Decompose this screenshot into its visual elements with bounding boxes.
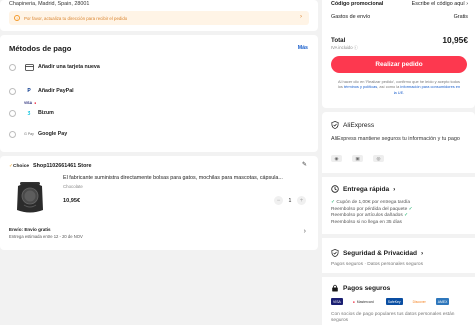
promo-code-row[interactable]: Código promocional Escribe el código aqu… [331, 1, 468, 7]
payment-option-label: Bizum [38, 110, 54, 116]
security-privacy-header[interactable]: Seguridad & Privacidad › [331, 249, 423, 257]
delivery-benefit: Cupón de 1,00€ por entrega tardía [336, 200, 410, 205]
google-pay-icon: G Pay [24, 132, 34, 136]
product-image[interactable] [10, 176, 50, 216]
payment-option-label: Google Pay [38, 131, 68, 137]
order-summary: Código promocional Escribe el código aqu… [322, 0, 475, 108]
security-badge-icon: ◎ [373, 155, 384, 162]
consumer-info-link[interactable]: información para consumidores en la UE. [394, 84, 460, 94]
divider [322, 273, 475, 277]
mastercard-logo: ● Mastercard [352, 299, 374, 304]
aliexpress-text: AliExpress mantiene seguros tu informaci… [331, 136, 460, 142]
mastercard-logo: ● [34, 101, 37, 105]
secure-payments-header: Pagos seguros [331, 284, 390, 292]
address-line: Chapineria, Madrid, Spain, 28001 [9, 1, 90, 7]
shield-check-icon [331, 249, 339, 257]
visa-logo: VISA [331, 298, 343, 305]
shield-check-icon [331, 121, 339, 129]
discover-logo: Discover [412, 299, 426, 304]
address-warning[interactable]: ! Por favor, actualiza tu dirección para… [9, 11, 309, 25]
promo-code-label: Código promocional [331, 1, 384, 7]
security-badge-icon: ▣ [352, 155, 363, 162]
amex-logo: AMEX [435, 298, 450, 305]
radio-button[interactable] [9, 109, 16, 117]
shipping-cost-value: Gratis [453, 14, 468, 20]
store-section: ✓Choice Shop1102661461 Store ✎ El fabric… [0, 156, 318, 250]
trust-section: AliExpress AliExpress mantiene seguros t… [322, 112, 475, 325]
security-privacy-text: Pagos seguros · Datos personales seguros [331, 262, 423, 267]
choice-label: Choice [13, 163, 30, 169]
mastercard-label: Mastercard [356, 299, 374, 304]
delivery-benefit: Reembolso por artículos dañados [331, 213, 403, 219]
payment-option-card[interactable]: Añadir una tarjeta nueva [9, 60, 100, 74]
chevron-right-icon: › [421, 249, 424, 257]
quantity-stepper: − 1 + [274, 196, 306, 205]
place-order-button[interactable]: Realizar pedido [331, 56, 467, 73]
secure-payments-title: Pagos seguros [343, 284, 391, 292]
address-warning-text: Por favor, actualiza tu dirección para r… [24, 15, 128, 21]
aliexpress-header: AliExpress [331, 121, 374, 129]
payment-more-link[interactable]: Más [298, 45, 308, 51]
safekey-logo: SafeKey [385, 298, 403, 305]
quantity-value: 1 [288, 197, 292, 204]
divider [322, 173, 475, 177]
partners-text: Con socios de pago populares tus datos p… [331, 312, 455, 323]
fast-delivery-header[interactable]: Entrega rápida › [331, 185, 395, 193]
address-section: Chapineria, Madrid, Spain, 28001 ! Por f… [0, 0, 318, 31]
delivery-benefits: ✓ Cupón de 1,00€ por entrega tardía Reem… [331, 200, 413, 225]
lock-icon [332, 284, 338, 292]
shipping-title: Envío: Envío gratis [9, 227, 51, 232]
card-brand-logos: VISA ● [24, 101, 36, 105]
product-price: 10,95€ [63, 198, 81, 204]
delivery-benefit: Reembolso por pérdida del paquete [331, 206, 408, 212]
vat-note: IVA incluido ⓘ [331, 45, 358, 50]
promo-code-placeholder: Escribe el código aquí [411, 1, 465, 7]
edit-icon[interactable]: ✎ [302, 161, 307, 168]
visa-logo: VISA [24, 101, 33, 105]
shipping-eta: Entrega estimada entre 12 - 20 de NOV [9, 234, 83, 239]
payment-option-google-pay[interactable]: G Pay Google Pay [9, 127, 67, 141]
payment-methods-title: Métodos de pago [9, 44, 72, 53]
total-label: Total [331, 37, 346, 44]
bizum-icon: ʒ [27, 110, 31, 116]
increment-button[interactable]: + [297, 196, 306, 205]
payment-logos: VISA ● Mastercard SafeKey Discover AMEX [331, 298, 450, 305]
radio-button[interactable] [9, 87, 16, 95]
clock-icon [331, 185, 339, 193]
product-variant: Chocolate [63, 184, 83, 189]
paypal-icon: P [27, 88, 31, 94]
payment-option-label: Añadir una tarjeta nueva [38, 64, 100, 70]
decrement-button[interactable]: − [274, 196, 283, 205]
security-privacy-title: Seguridad & Privacidad [343, 249, 418, 257]
warning-icon: ! [14, 15, 20, 21]
terms-link[interactable]: términos y políticas [344, 84, 377, 89]
chevron-right-icon[interactable]: › [304, 228, 306, 235]
chevron-right-icon: › [393, 185, 396, 193]
store-header: ✓Choice Shop1102661461 Store [9, 163, 91, 169]
radio-button[interactable] [9, 63, 16, 71]
shipping-cost-row: Gastos de envío Gratis [331, 14, 468, 20]
legal-text: Al hacer clic en 'Realizar pedido', conf… [336, 79, 462, 95]
credit-card-icon [24, 63, 34, 71]
payment-option-paypal[interactable]: P Añadir PayPal [9, 84, 74, 98]
vat-note-text: IVA incluido [331, 45, 353, 50]
divider [322, 234, 475, 238]
choice-badge: ✓Choice [9, 163, 30, 169]
security-badges: ◉ ▣ ◎ [331, 155, 384, 162]
delivery-benefit: Reembolso si no llega en 35 días [331, 219, 402, 225]
radio-button[interactable] [9, 130, 16, 138]
promo-code-input[interactable]: Escribe el código aquí › [412, 1, 468, 7]
payment-option-label: Añadir PayPal [38, 88, 74, 94]
security-badge-icon: ◉ [331, 155, 342, 162]
shipping-cost-label: Gastos de envío [331, 14, 371, 20]
payment-methods-section: Métodos de pago Más Añadir una tarjeta n… [0, 35, 318, 152]
fast-delivery-title: Entrega rápida [343, 185, 390, 193]
legal-mid: , así como la [377, 84, 400, 90]
store-name[interactable]: Shop1102661461 Store [33, 163, 91, 169]
aliexpress-brand: AliExpress [343, 121, 375, 129]
chevron-right-icon: › [300, 14, 302, 20]
total-value: 10,95€ [442, 35, 468, 45]
product-title[interactable]: El fabricante suministra directamente bo… [63, 175, 308, 181]
payment-option-bizum[interactable]: ʒ Bizum [9, 106, 54, 120]
